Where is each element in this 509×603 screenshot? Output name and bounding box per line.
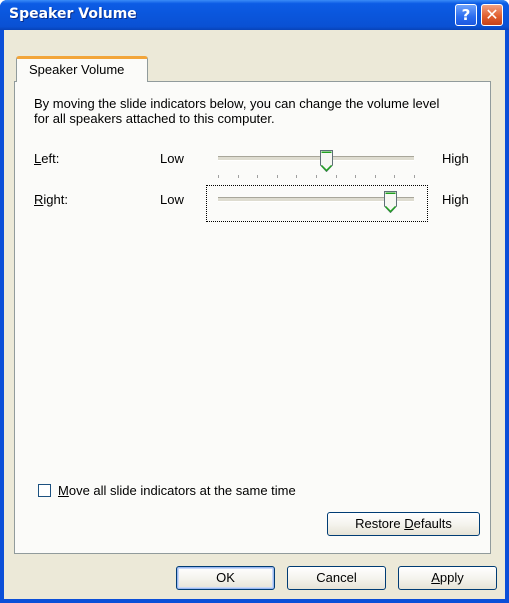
left-volume-slider[interactable] (218, 150, 415, 180)
slider-tick (218, 175, 219, 178)
left-label-rest: eft: (41, 151, 60, 166)
left-high-label: High (442, 151, 469, 166)
right-label: Right: (34, 192, 68, 207)
slider-tick (355, 175, 357, 178)
left-slider-track (218, 156, 414, 161)
right-label-rest: ight: (43, 192, 68, 207)
slider-tick (394, 175, 396, 178)
slider-tick (296, 175, 298, 178)
move-all-label[interactable]: Move all slide indicators at the same ti… (58, 483, 296, 498)
restore-label-accel: D (404, 516, 414, 531)
right-label-accel: R (34, 192, 44, 207)
close-icon[interactable]: ✕ (481, 4, 503, 26)
left-slider-thumb[interactable] (319, 150, 333, 172)
description-text: By moving the slide indicators below, yo… (34, 96, 440, 126)
left-slider-ticks (218, 175, 415, 179)
window-title: Speaker Volume (9, 6, 137, 22)
move-all-checkbox[interactable] (38, 484, 51, 497)
left-label: Left: (34, 151, 59, 166)
tab-speaker-volume[interactable]: Speaker Volume (16, 56, 148, 82)
restore-label-post: efaults (413, 516, 452, 531)
slider-tick (316, 175, 317, 178)
slider-tick (414, 175, 415, 178)
slider-tick (335, 175, 337, 178)
slider-tick (237, 175, 239, 178)
slider-tick (257, 175, 259, 178)
right-slider-thumb[interactable] (384, 191, 398, 213)
left-low-label: Low (160, 151, 184, 166)
move-all-accel: M (58, 483, 69, 498)
cancel-button[interactable]: Cancel (287, 566, 386, 590)
move-all-rest: ove all slide indicators at the same tim… (68, 483, 296, 498)
restore-defaults-button[interactable]: Restore Defaults (327, 512, 480, 536)
apply-label-rest: pply (439, 570, 464, 585)
apply-label-accel: A (431, 570, 440, 585)
right-volume-slider[interactable] (218, 191, 414, 221)
restore-label-pre: Restore (355, 516, 405, 531)
title-bar[interactable]: Speaker Volume ? ✕ (0, 0, 509, 30)
slider-tick (276, 175, 278, 178)
apply-button[interactable]: Apply (398, 566, 497, 590)
right-high-label: High (442, 192, 469, 207)
right-low-label: Low (160, 192, 184, 207)
ok-button[interactable]: OK (176, 566, 275, 590)
slider-tick (374, 175, 376, 178)
help-icon[interactable]: ? (455, 4, 477, 26)
